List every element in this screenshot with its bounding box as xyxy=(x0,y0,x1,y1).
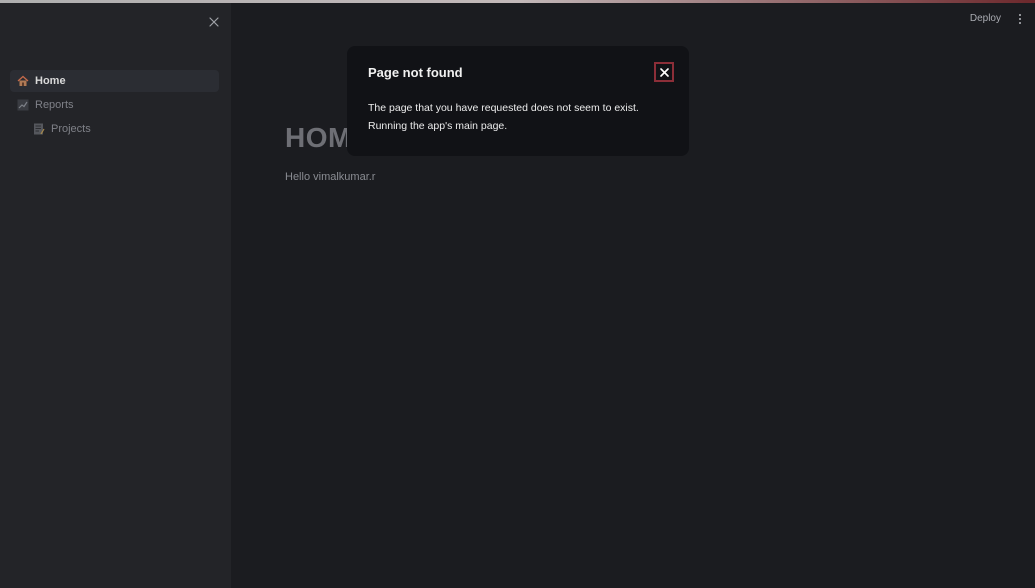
sidebar-item-label: Reports xyxy=(35,99,74,111)
chart-increasing-icon xyxy=(17,99,29,111)
dialog-message-line: The page that you have requested does no… xyxy=(368,102,639,114)
page-title: HOM xyxy=(285,122,352,153)
deploy-button[interactable]: Deploy xyxy=(970,13,1001,24)
more-options-icon[interactable] xyxy=(1017,12,1023,26)
dialog-message-line: Running the app's main page. xyxy=(368,119,508,132)
sidebar-item-projects[interactable]: Projects xyxy=(10,118,219,140)
close-icon xyxy=(659,67,669,77)
sidebar-close-button[interactable] xyxy=(205,13,222,30)
sidebar-item-home[interactable]: Home xyxy=(10,70,219,92)
dialog-title: Page not found xyxy=(368,65,463,80)
greeting-text: Hello vimalkumar.r xyxy=(285,171,376,183)
sidebar-item-label: Projects xyxy=(51,123,91,135)
memo-icon xyxy=(33,123,45,135)
sidebar-item-label: Home xyxy=(35,75,66,87)
dialog-message: The page that you have requested does no… xyxy=(368,100,639,135)
sidebar-nav: Home Reports Projects xyxy=(10,70,219,142)
house-icon xyxy=(17,75,29,87)
close-icon xyxy=(208,16,219,27)
sidebar: Home Reports Projects xyxy=(0,3,231,588)
page-not-found-dialog: Page not found The page that you have re… xyxy=(347,46,689,156)
dialog-close-button[interactable] xyxy=(654,62,674,82)
sidebar-item-reports[interactable]: Reports xyxy=(10,94,219,116)
